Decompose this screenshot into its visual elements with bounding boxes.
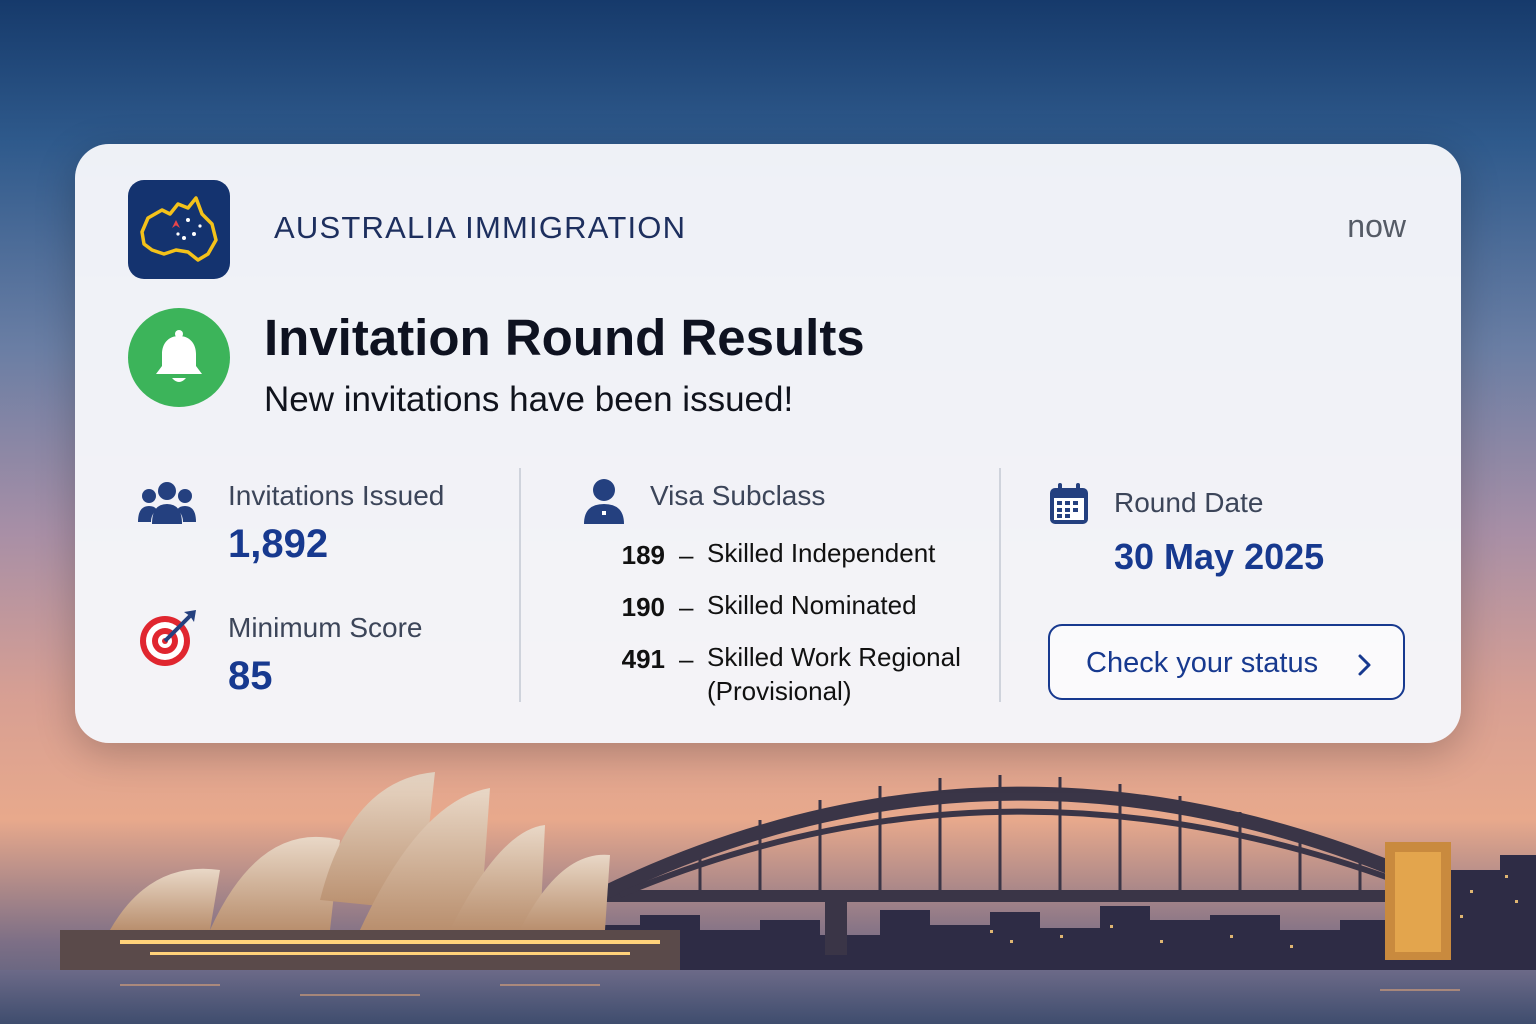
bell-icon: [128, 308, 230, 407]
check-status-label: Check your status: [1086, 647, 1319, 679]
notification-title: Invitation Round Results: [264, 309, 865, 366]
people-icon: [138, 480, 196, 531]
target-icon: [138, 608, 198, 673]
round-date-value: 30 May 2025: [1114, 536, 1325, 577]
chevron-right-icon: [1357, 652, 1373, 685]
min-score-value: 85: [228, 654, 273, 698]
invitations-value: 1,892: [228, 522, 329, 566]
column-divider: [999, 468, 1001, 702]
timestamp: now: [1347, 208, 1406, 244]
round-date-label: Round Date: [1114, 487, 1264, 518]
visa-name: Skilled Work Regional (Provisional): [707, 642, 961, 706]
visa-dash: –: [679, 644, 694, 674]
visa-dash: –: [679, 592, 694, 622]
visa-name: Skilled Independent: [707, 538, 936, 568]
visa-subclass-label: Visa Subclass: [650, 480, 826, 511]
person-icon: [583, 478, 625, 529]
check-status-button[interactable]: Check your status: [1048, 624, 1405, 700]
australia-map-icon: [128, 180, 230, 279]
calendar-icon: [1048, 482, 1090, 531]
visa-name: Skilled Nominated: [707, 590, 917, 620]
visa-dash: –: [679, 540, 694, 570]
column-divider: [519, 468, 521, 702]
notification-subtitle: New invitations have been issued!: [264, 380, 794, 419]
notification-card[interactable]: AUSTRALIA IMMIGRATION now Invitation Rou…: [75, 144, 1461, 743]
invitations-label: Invitations Issued: [228, 480, 445, 511]
visa-code: 491: [621, 644, 665, 674]
visa-code: 190: [621, 592, 665, 622]
min-score-label: Minimum Score: [228, 612, 423, 643]
app-name: AUSTRALIA IMMIGRATION: [274, 210, 687, 245]
visa-code: 189: [621, 540, 665, 570]
